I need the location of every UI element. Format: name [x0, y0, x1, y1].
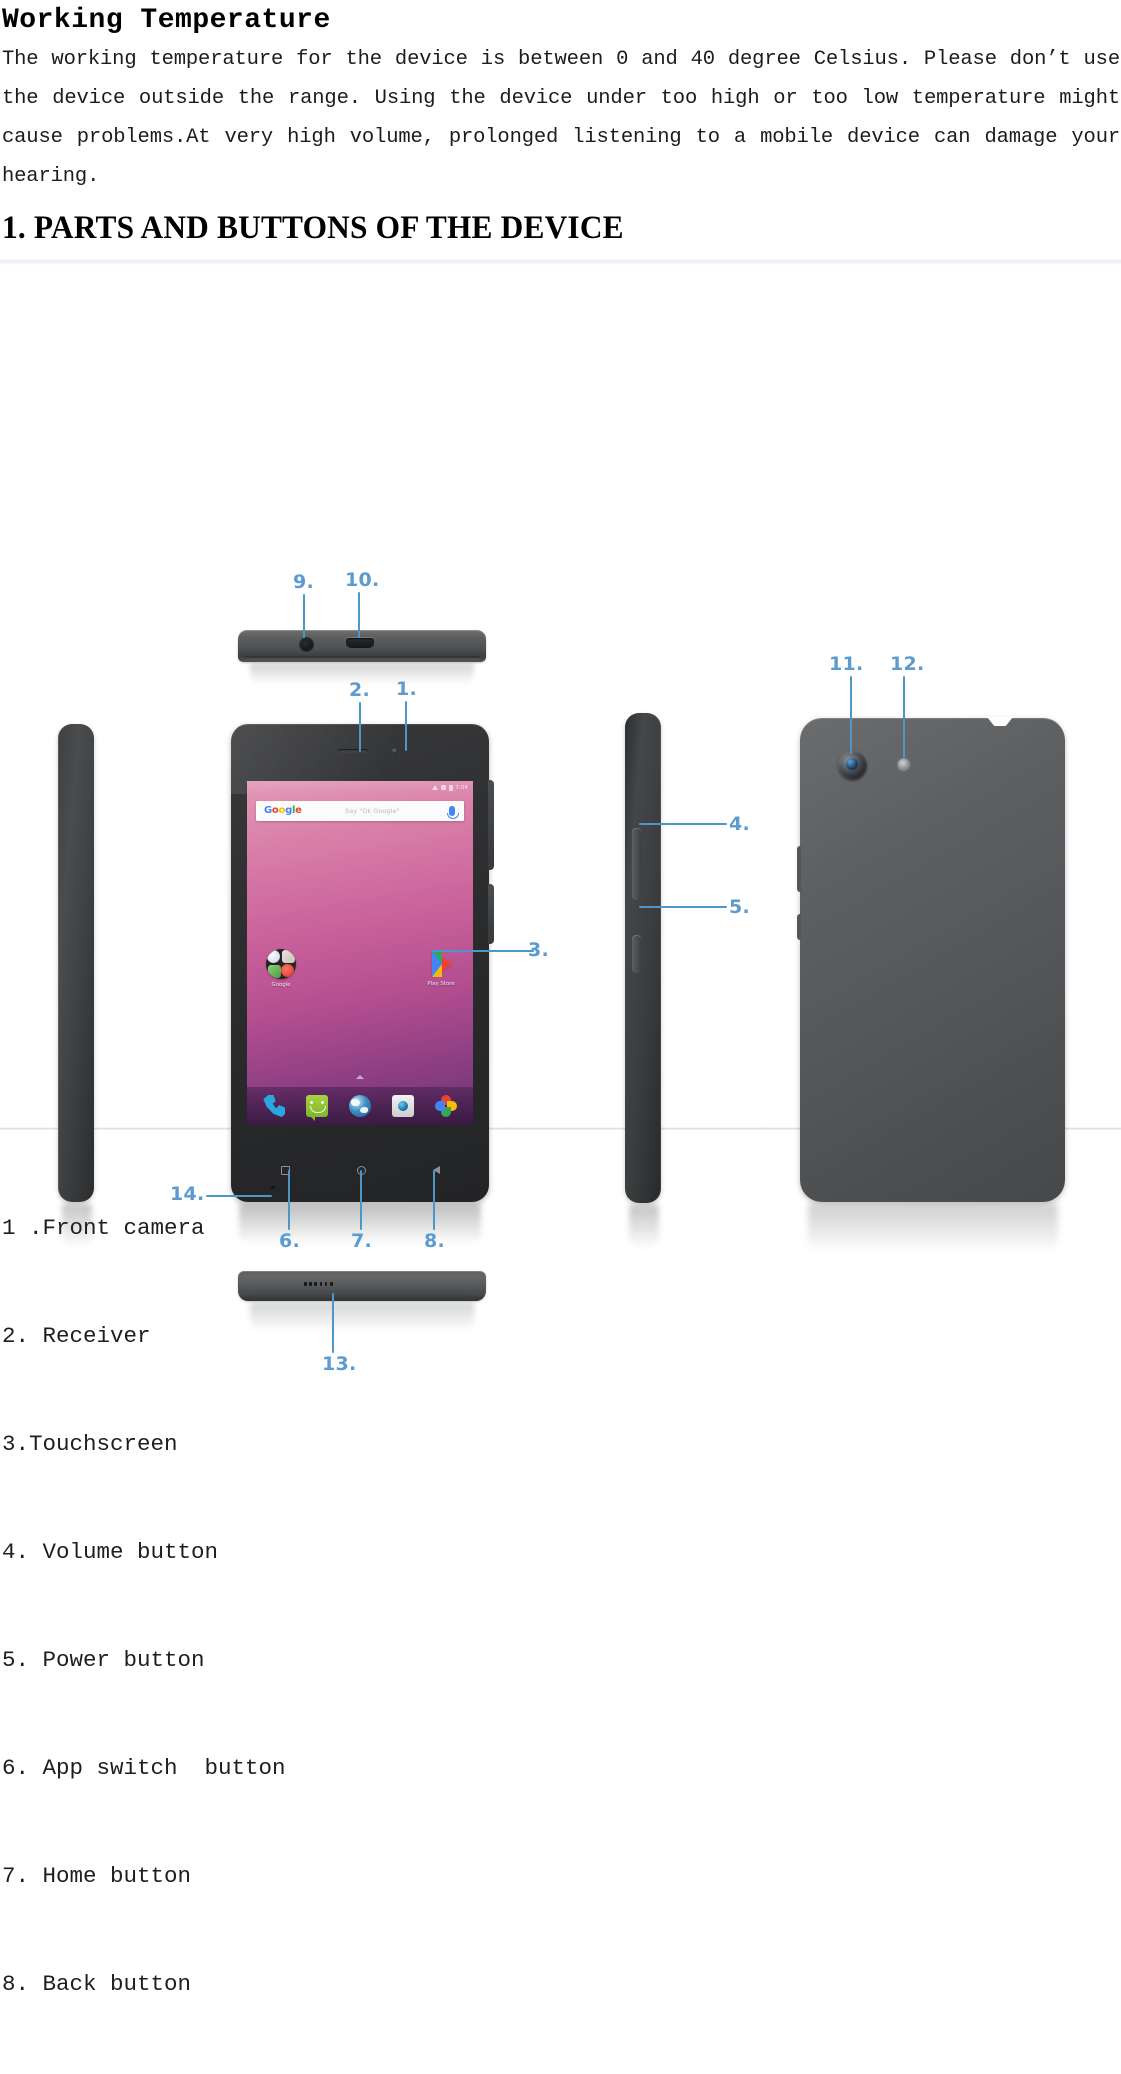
device-bottom-edge-view — [238, 1271, 486, 1301]
status-signal-icon — [440, 785, 446, 790]
callout-9: 9. — [293, 571, 315, 593]
rear-camera-icon — [838, 751, 867, 780]
folder-app-1 — [267, 950, 280, 963]
camera-icon[interactable] — [391, 1095, 414, 1117]
receiver-speaker-slot — [338, 749, 368, 753]
message-smile — [310, 1106, 327, 1113]
google-search-placeholder: Say "Ok Google" — [345, 807, 400, 815]
photos-blade-4 — [434, 1101, 445, 1111]
app-icon-play-store[interactable]: Play Store — [419, 949, 463, 987]
photos-icon[interactable] — [434, 1095, 457, 1117]
list-item: 7. Home button — [2, 1863, 192, 1889]
document-page: Working Temperature The working temperat… — [0, 0, 1121, 2074]
folder-app-2 — [282, 950, 295, 963]
left-side-reflection — [62, 1204, 92, 1248]
folder-app-4 — [281, 964, 294, 977]
folder-app-3 — [268, 965, 281, 978]
front-camera-lens — [392, 748, 398, 754]
callout-10: 10. — [345, 569, 380, 591]
status-wifi-icon — [431, 785, 438, 790]
google-folder-icon — [266, 949, 296, 979]
speaker-hole — [319, 1282, 323, 1286]
bottom-edge-reflection — [250, 1302, 474, 1332]
status-clock: 7:04 — [455, 784, 468, 791]
front-right-edge-upper — [488, 780, 494, 870]
callout-11: 11. — [829, 653, 864, 675]
microphone-hole — [271, 1186, 275, 1189]
browser-globe-icon[interactable] — [348, 1095, 371, 1117]
callout-7: 7. — [351, 1230, 373, 1252]
list-item: 8. Back button — [2, 1971, 192, 1997]
working-temperature-paragraph: The working temperature for the device i… — [2, 48, 1120, 188]
back-power-button-edge — [797, 914, 801, 940]
app-label-play-store: Play Store — [427, 981, 455, 987]
list-item: 2. Receiver — [2, 1323, 151, 1349]
device-touchscreen[interactable]: 7:04 Google Say "Ok Google" Google Play … — [247, 781, 473, 1125]
android-status-bar: 7:04 — [247, 781, 473, 794]
play-store-red-wedge — [442, 957, 453, 971]
app-label-google: Google — [271, 982, 291, 988]
parts-list: 1 .Front camera 2. Receiver 3.Touchscree… — [0, 1130, 1121, 2074]
list-item: 5. Power button — [2, 1647, 205, 1673]
status-battery-icon — [448, 784, 453, 791]
callout-4: 4. — [729, 813, 751, 835]
right-side-reflection — [629, 1205, 659, 1249]
figure-top-rule — [0, 258, 1121, 265]
speaker-hole — [304, 1282, 307, 1286]
speaker-grille-icon — [304, 1282, 333, 1286]
callout-14: 14. — [170, 1183, 205, 1205]
microphone-icon[interactable] — [447, 806, 459, 819]
device-left-side-view — [58, 724, 94, 1202]
callout-13: 13. — [322, 1353, 357, 1375]
phone-icon[interactable] — [263, 1095, 286, 1117]
google-logo: Google — [264, 805, 302, 816]
list-item: 3.Touchscreen — [2, 1431, 178, 1457]
callout-2: 2. — [349, 679, 371, 701]
usb-port-icon — [346, 638, 374, 648]
app-drawer-chevron-icon[interactable] — [356, 1075, 364, 1079]
device-right-side-view — [625, 713, 661, 1203]
section-title-working-temperature: Working Temperature — [2, 5, 331, 36]
app-icon-google-folder[interactable]: Google — [259, 949, 303, 988]
list-item: 4. Volume button — [2, 1539, 219, 1565]
list-item: 6. App switch button — [2, 1755, 286, 1781]
message-icon[interactable] — [306, 1095, 329, 1121]
device-front-view: 7:04 Google Say "Ok Google" Google Play … — [231, 724, 494, 1202]
power-button[interactable] — [632, 935, 641, 973]
callout-3: 3. — [528, 939, 550, 961]
device-top-edge-view — [238, 630, 486, 662]
speaker-hole — [309, 1282, 312, 1286]
callout-6: 6. — [279, 1230, 301, 1252]
android-dock — [247, 1087, 473, 1125]
callout-12: 12. — [890, 653, 925, 675]
back-view-reflection — [808, 1204, 1058, 1260]
play-store-icon — [428, 950, 454, 978]
callout-1: 1. — [396, 678, 418, 700]
page-heading-parts-and-buttons: 1. PARTS AND BUTTONS OF THE DEVICE — [2, 210, 624, 246]
back-volume-button-edge — [797, 846, 801, 892]
front-right-edge-lower — [488, 884, 494, 944]
callout-5: 5. — [729, 896, 751, 918]
device-diagram-figure: 9. 10. 7:04 Google Say "Ok Google" Googl… — [0, 258, 1121, 1375]
flash-led-icon — [897, 758, 911, 772]
speaker-hole — [329, 1282, 333, 1286]
headphone-jack-icon — [299, 637, 314, 652]
callout-8: 8. — [424, 1230, 446, 1252]
google-search-bar[interactable]: Google Say "Ok Google" — [256, 801, 464, 821]
volume-button[interactable] — [632, 828, 641, 900]
back-top-notch — [987, 717, 1013, 726]
speaker-hole — [314, 1282, 317, 1286]
device-back-view — [797, 717, 1065, 1202]
speaker-hole — [324, 1282, 328, 1286]
